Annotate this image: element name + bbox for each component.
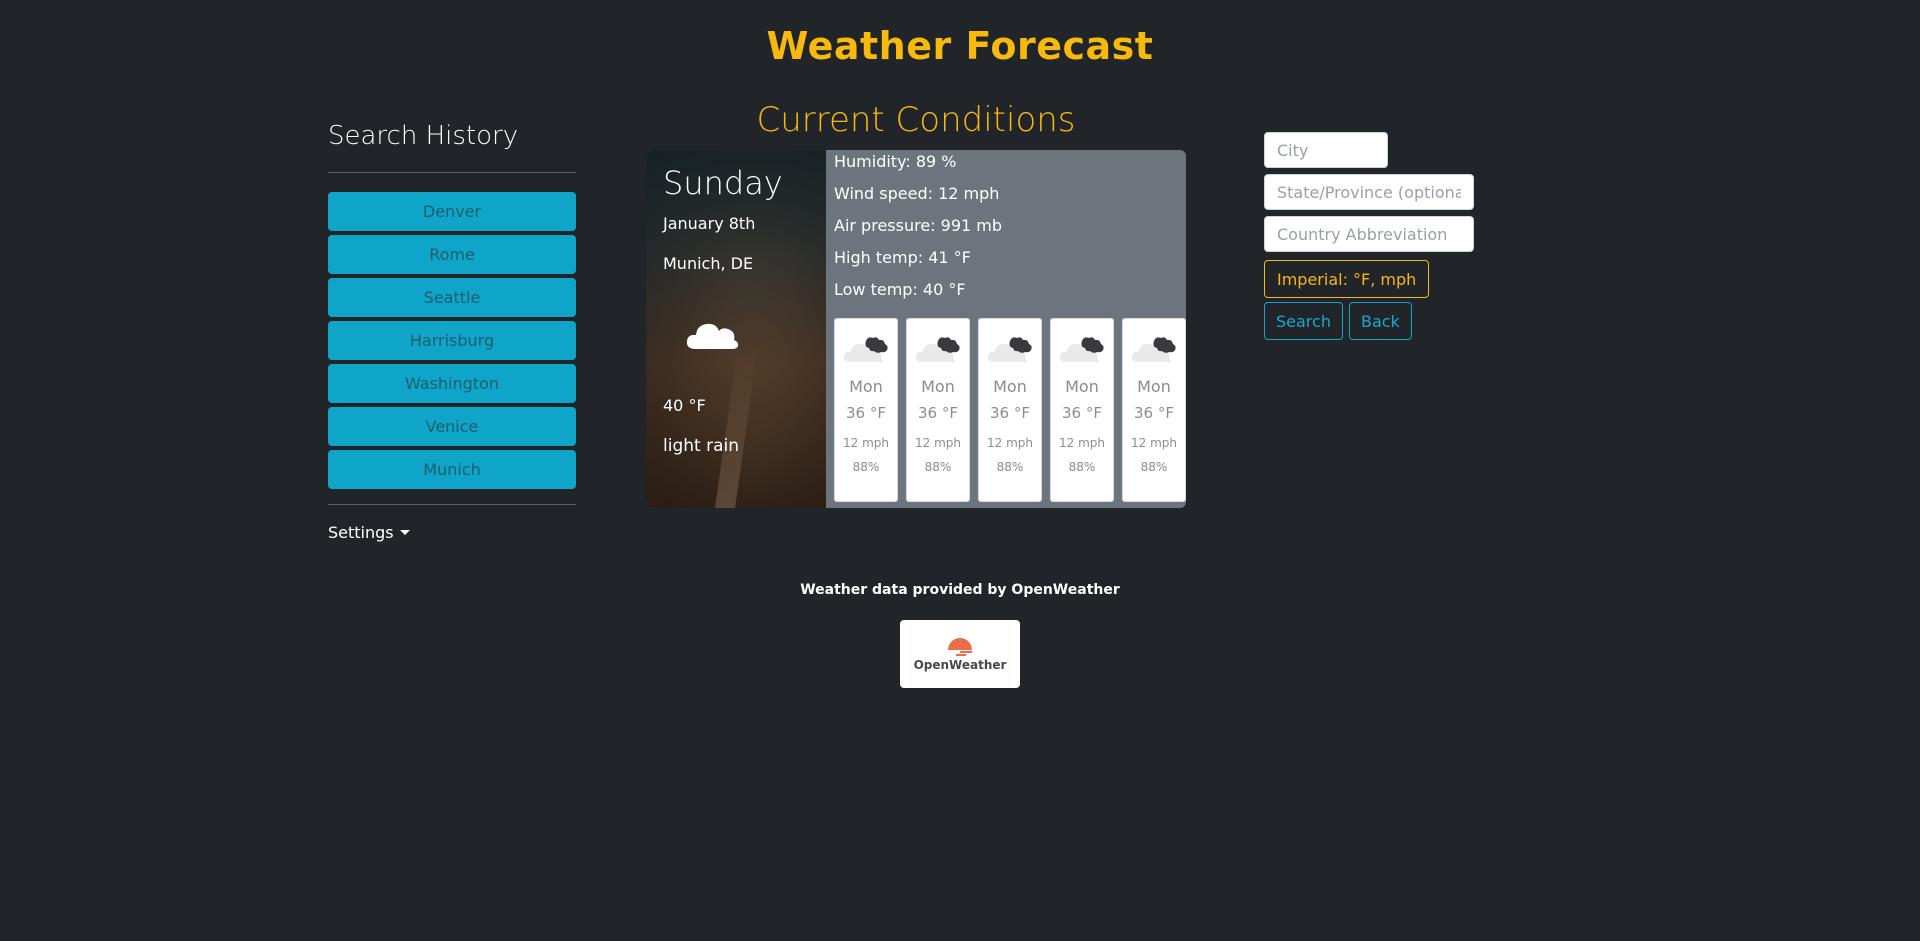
forecast-humidity: 88% — [1068, 460, 1096, 474]
forecast-humidity: 88% — [1140, 460, 1168, 474]
history-item-seattle[interactable]: Seattle — [328, 278, 576, 317]
sidebar-divider — [328, 504, 576, 505]
forecast-wind: 12 mph — [987, 436, 1033, 450]
attribution-text: Weather data provided by OpenWeather — [800, 582, 1120, 598]
form-actions: Search Back — [1264, 302, 1474, 340]
cloud-icon — [1131, 337, 1176, 362]
forecast-card: Mon 36 °F 12 mph 88% — [978, 318, 1042, 502]
history-item-denver[interactable]: Denver — [328, 192, 576, 231]
forecast-card: Mon 36 °F 12 mph 88% — [1122, 318, 1186, 502]
forecast-day: Mon — [921, 377, 955, 396]
history-item-harrisburg[interactable]: Harrisburg — [328, 321, 576, 360]
forecast-temp: 36 °F — [918, 404, 958, 422]
units-toggle-button[interactable]: Imperial: °F, mph — [1264, 260, 1430, 298]
low-temp-stat: Low temp: 40 °F — [834, 280, 966, 299]
city-input[interactable] — [1264, 132, 1388, 168]
cloud-icon — [686, 323, 739, 349]
cloud-icon — [1059, 337, 1104, 362]
forecast-humidity: 88% — [924, 460, 952, 474]
app-title: Weather Forecast — [766, 24, 1154, 68]
forecast-wind: 12 mph — [1059, 436, 1105, 450]
sidebar-divider — [328, 172, 576, 173]
search-history-sidebar: Search History Denver Rome Seattle Harri… — [328, 118, 576, 542]
country-input[interactable] — [1264, 216, 1474, 252]
history-item-rome[interactable]: Rome — [328, 235, 576, 274]
forecast-temp: 36 °F — [990, 404, 1030, 422]
openweather-logo[interactable]: OpenWeather — [900, 620, 1020, 688]
forecast-wind: 12 mph — [915, 436, 961, 450]
current-location: Munich, DE — [663, 254, 754, 273]
forecast-day: Mon — [1137, 377, 1171, 396]
forecast-card: Mon 36 °F 12 mph 88% — [906, 318, 970, 502]
wind-speed-stat: Wind speed: 12 mph — [834, 184, 1000, 203]
history-item-venice[interactable]: Venice — [328, 407, 576, 446]
current-date: January 8th — [663, 214, 756, 233]
cloud-icon — [915, 337, 960, 362]
settings-dropdown[interactable]: Settings — [328, 523, 576, 542]
forecast-row: Mon 36 °F 12 mph 88% Mon 36 °F 12 mph 88… — [834, 318, 1186, 502]
cloud-icon — [987, 337, 1032, 362]
search-button[interactable]: Search — [1264, 302, 1343, 340]
forecast-day: Mon — [849, 377, 883, 396]
forecast-day: Mon — [993, 377, 1027, 396]
forecast-humidity: 88% — [852, 460, 880, 474]
history-item-washington[interactable]: Washington — [328, 364, 576, 403]
high-temp-stat: High temp: 41 °F — [834, 248, 971, 267]
current-temperature: 40 °F — [663, 396, 706, 415]
humidity-stat: Humidity: 89 % — [834, 152, 957, 171]
back-button[interactable]: Back — [1348, 302, 1412, 340]
forecast-humidity: 88% — [996, 460, 1024, 474]
current-conditions-title: Current Conditions — [756, 100, 1076, 140]
background-photo: Sunday January 8th Munich, DE 40 °F ligh… — [646, 150, 826, 508]
forecast-card: Mon 36 °F 12 mph 88% — [834, 318, 898, 502]
state-input[interactable] — [1264, 174, 1474, 210]
forecast-temp: 36 °F — [1062, 404, 1102, 422]
history-item-munich[interactable]: Munich — [328, 450, 576, 489]
caret-down-icon — [399, 530, 410, 535]
forecast-temp: 36 °F — [1134, 404, 1174, 422]
current-day: Sunday — [663, 164, 783, 202]
current-description: light rain — [663, 436, 739, 456]
openweather-logo-text: OpenWeather — [913, 658, 1007, 672]
photo-path — [714, 350, 758, 508]
cloud-icon — [843, 337, 888, 362]
forecast-wind: 12 mph — [843, 436, 889, 450]
forecast-day: Mon — [1065, 377, 1099, 396]
forecast-wind: 12 mph — [1131, 436, 1177, 450]
location-search-form: Imperial: °F, mph Search Back — [1264, 132, 1474, 340]
search-history-title: Search History — [328, 121, 519, 151]
forecast-temp: 36 °F — [846, 404, 886, 422]
settings-label: Settings — [328, 523, 394, 542]
sun-icon — [948, 638, 972, 656]
current-conditions-card: Sunday January 8th Munich, DE 40 °F ligh… — [646, 150, 1186, 508]
forecast-card: Mon 36 °F 12 mph 88% — [1050, 318, 1114, 502]
air-pressure-stat: Air pressure: 991 mb — [834, 216, 1003, 235]
history-list: Denver Rome Seattle Harrisburg Washingto… — [328, 192, 576, 489]
